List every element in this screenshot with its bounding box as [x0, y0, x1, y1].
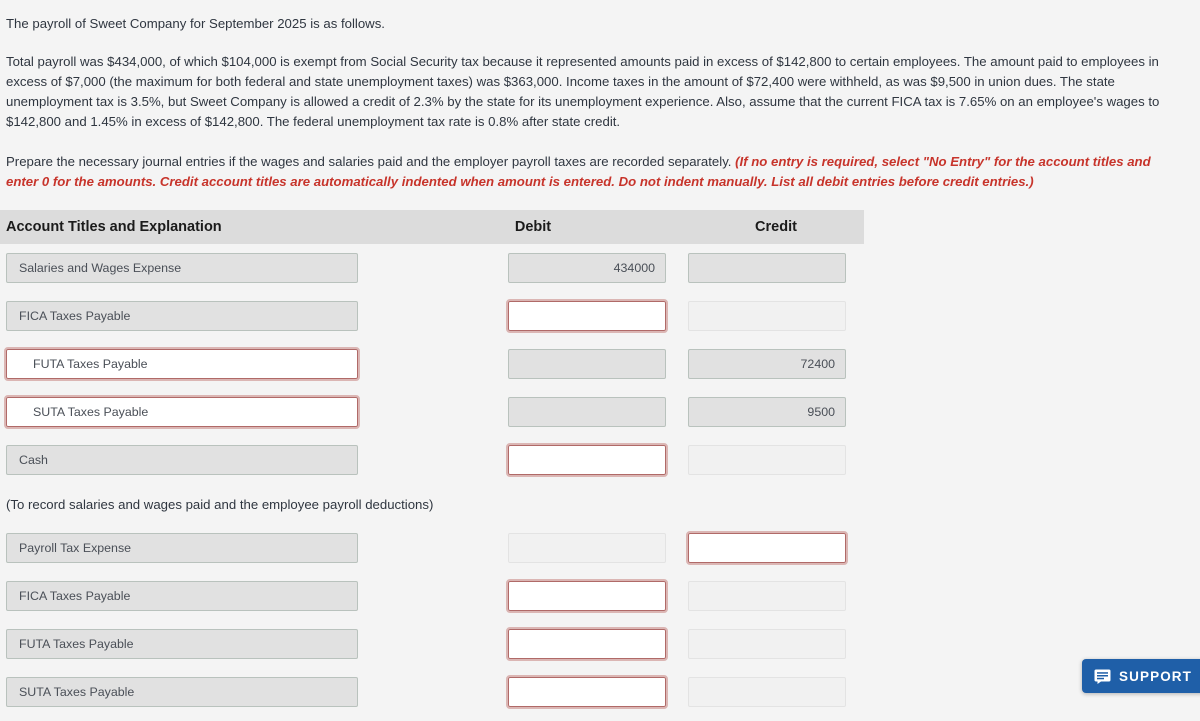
credit-input[interactable] [688, 445, 846, 475]
cell-credit [688, 253, 864, 283]
cell-credit [688, 677, 864, 707]
cell-credit: 9500 [688, 397, 864, 427]
account-title-input[interactable]: Payroll Tax Expense [6, 533, 358, 563]
debit-input[interactable] [508, 397, 666, 427]
credit-input[interactable] [688, 301, 846, 331]
credit-input[interactable] [688, 677, 846, 707]
cell-credit [688, 445, 864, 475]
column-header-account: Account Titles and Explanation [6, 219, 222, 235]
debit-input[interactable]: 434000 [508, 253, 666, 283]
table-row: Salaries and Wages Expense 434000 [0, 244, 864, 292]
instruction-plain: Prepare the necessary journal entries if… [6, 154, 736, 169]
account-title-input[interactable]: Cash [6, 445, 358, 475]
cell-account-title: SUTA Taxes Payable [0, 395, 372, 429]
credit-input[interactable] [688, 629, 846, 659]
debit-input[interactable] [506, 627, 668, 661]
account-title-input[interactable]: Salaries and Wages Expense [6, 253, 358, 283]
entry-group-one: Salaries and Wages Expense 434000 FICA Tax… [0, 244, 864, 484]
cell-debit [372, 579, 688, 613]
table-row: FUTA Taxes Payable 72400 [0, 340, 864, 388]
account-title-input[interactable]: FUTA Taxes Payable [6, 629, 358, 659]
cell-debit: 434000 [372, 253, 688, 283]
cell-credit [688, 629, 864, 659]
debit-input[interactable] [506, 443, 668, 477]
cell-account-title: FICA Taxes Payable [0, 301, 372, 331]
table-row: FICA Taxes Payable [0, 572, 864, 620]
problem-statement: The payroll of Sweet Company for Septemb… [0, 0, 1200, 192]
cell-account-title: SUTA Taxes Payable [0, 677, 372, 707]
support-button-label: SUPPORT [1119, 668, 1192, 684]
debit-input[interactable] [508, 349, 666, 379]
cell-debit [372, 443, 688, 477]
credit-input[interactable]: 9500 [688, 397, 846, 427]
entry-group-two: Payroll Tax Expense FICA Taxes Payable FUT… [0, 524, 864, 716]
cell-credit: 72400 [688, 349, 864, 379]
credit-input[interactable] [688, 253, 846, 283]
table-header-row: Account Titles and Explanation Debit Cre… [0, 210, 864, 244]
chat-bubble-icon [1094, 669, 1111, 684]
cell-account-title: Salaries and Wages Expense [0, 253, 372, 283]
table-row: SUTA Taxes Payable [0, 668, 864, 716]
journal-entry-table: Account Titles and Explanation Debit Cre… [0, 210, 864, 716]
cell-account-title: FICA Taxes Payable [0, 581, 372, 611]
credit-input[interactable]: 72400 [688, 349, 846, 379]
cell-account-title: Cash [0, 445, 372, 475]
debit-input[interactable] [508, 533, 666, 563]
cell-debit [372, 397, 688, 427]
problem-line-1: The payroll of Sweet Company for Septemb… [6, 16, 385, 31]
account-title-input[interactable]: SUTA Taxes Payable [4, 395, 360, 429]
problem-line-2: Total payroll was $434,000, of which $10… [6, 54, 1160, 129]
debit-input[interactable] [506, 675, 668, 709]
account-title-input[interactable]: FICA Taxes Payable [6, 301, 358, 331]
debit-input[interactable] [506, 299, 668, 333]
cell-account-title: FUTA Taxes Payable [0, 629, 372, 659]
credit-input[interactable] [686, 531, 848, 565]
support-button[interactable]: SUPPORT [1082, 659, 1200, 693]
account-title-input[interactable]: FICA Taxes Payable [6, 581, 358, 611]
credit-input[interactable] [688, 581, 846, 611]
problem-instruction: Prepare the necessary journal entries if… [6, 152, 1182, 192]
cell-credit [688, 301, 864, 331]
account-title-input[interactable]: FUTA Taxes Payable [4, 347, 360, 381]
table-row: FUTA Taxes Payable [0, 620, 864, 668]
table-row: Cash [0, 436, 864, 484]
table-row: Payroll Tax Expense [0, 524, 864, 572]
cell-credit [688, 581, 864, 611]
cell-account-title: Payroll Tax Expense [0, 533, 372, 563]
entry-memo: (To record salaries and wages paid and t… [6, 497, 434, 512]
cell-account-title: FUTA Taxes Payable [0, 347, 372, 381]
cell-debit [372, 299, 688, 333]
table-row: FICA Taxes Payable [0, 292, 864, 340]
column-header-credit: Credit [755, 219, 797, 235]
column-header-debit: Debit [514, 219, 552, 235]
debit-input[interactable] [506, 579, 668, 613]
account-title-input[interactable]: SUTA Taxes Payable [6, 677, 358, 707]
cell-debit [372, 533, 688, 563]
cell-credit [686, 531, 864, 565]
cell-debit [372, 675, 688, 709]
cell-debit [372, 627, 688, 661]
table-row: SUTA Taxes Payable 9500 [0, 388, 864, 436]
cell-debit [372, 349, 688, 379]
